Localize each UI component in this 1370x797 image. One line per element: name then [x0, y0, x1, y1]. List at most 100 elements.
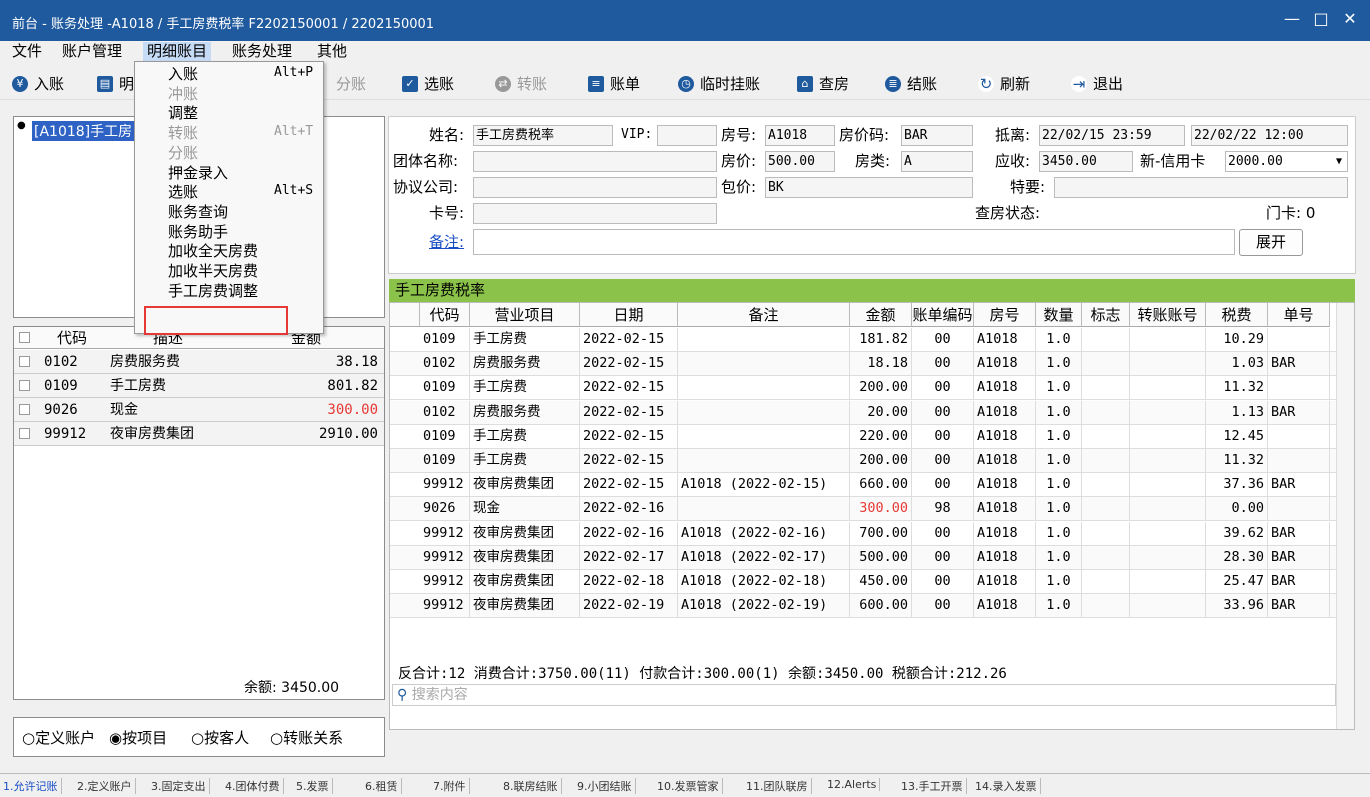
table-row[interactable]: 0102 房费服务费 2022-02-15 20.00 00 A1018 1.0 1.13 BA…	[390, 400, 1336, 425]
post-button[interactable]: ¥ 入账	[12, 73, 64, 94]
menu-item-1[interactable]: 冲账	[168, 85, 198, 103]
status-tab-1[interactable]: 1.允许记账	[0, 778, 62, 794]
row-checkbox[interactable]	[19, 380, 30, 391]
table-row[interactable]: 0109 手工房费 2022-02-15 200.00 00 A1018 1.0 11.32	[390, 376, 1336, 401]
group-field[interactable]	[473, 151, 717, 172]
account-row[interactable]: 9026 现金 300.00	[14, 398, 384, 422]
status-tab-14[interactable]: 14.录入发票	[972, 778, 1041, 794]
status-tab-10[interactable]: 10.发票管家	[654, 778, 723, 794]
status-tab-6[interactable]: 6.租赁	[362, 778, 402, 794]
arrive-field[interactable]: 22/02/15 23:59	[1039, 125, 1185, 146]
radio-transfer-relation[interactable]: ○转账关系	[270, 727, 343, 748]
header-room[interactable]: 房号	[974, 303, 1036, 327]
menu-item-0[interactable]: 入账	[168, 65, 198, 83]
bill-button[interactable]: ≡ 账单	[588, 73, 640, 94]
maximize-button[interactable]: □	[1311, 9, 1331, 29]
vertical-scrollbar[interactable]	[1336, 303, 1354, 729]
table-row[interactable]: 99912 夜审房费集团 2022-02-16 A1018 (2022-02-16) 7…	[390, 521, 1336, 546]
table-row[interactable]: 0109 手工房费 2022-02-15 181.82 00 A1018 1.0 10.29	[390, 328, 1336, 352]
select-button[interactable]: ✓ 选账	[402, 73, 454, 94]
price-field[interactable]: 500.00	[765, 151, 835, 172]
table-row[interactable]: 0109 手工房费 2022-02-15 220.00 00 A1018 1.0 12.45	[390, 424, 1336, 449]
status-tab-5[interactable]: 5.发票	[293, 778, 333, 794]
temp-hold-button[interactable]: ◷ 临时挂账	[678, 73, 760, 94]
header-checkbox[interactable]	[14, 327, 36, 349]
menu-file[interactable]: 文件	[8, 42, 46, 61]
table-row[interactable]: 99912 夜审房费集团 2022-02-17 A1018 (2022-02-17) 5…	[390, 545, 1336, 570]
header-date[interactable]: 日期	[580, 303, 678, 327]
menu-other[interactable]: 其他	[313, 42, 351, 61]
radio-define-account[interactable]: ○定义账户	[22, 727, 95, 748]
detail-button[interactable]: ▤ 明	[97, 73, 134, 94]
header-qty[interactable]: 数量	[1036, 303, 1082, 327]
status-tab-3[interactable]: 3.固定支出	[148, 778, 210, 794]
row-checkbox[interactable]	[19, 404, 30, 415]
checkout-button[interactable]: ≣ 结账	[885, 73, 937, 94]
header-transfer-account[interactable]: 转账账号	[1130, 303, 1206, 327]
refresh-button[interactable]: ↻ 刷新	[978, 73, 1030, 94]
header-item[interactable]: 营业项目	[470, 303, 580, 327]
table-row[interactable]: 0109 手工房费 2022-02-15 200.00 00 A1018 1.0 11.32	[390, 449, 1336, 473]
minimize-button[interactable]: —	[1282, 9, 1302, 29]
status-tab-7[interactable]: 7.附件	[430, 778, 470, 794]
menu-detail-items[interactable]: 明细账目	[143, 42, 212, 61]
account-row[interactable]: 99912 夜审房费集团 2910.00	[14, 422, 384, 446]
menu-item-3[interactable]: 转账	[168, 124, 198, 142]
table-row[interactable]: 0102 房费服务费 2022-02-15 18.18 00 A1018 1.0 1.03 BA…	[390, 352, 1336, 377]
header-bill-code[interactable]: 账单编码	[912, 303, 974, 327]
expand-button[interactable]: 展开	[1239, 229, 1303, 256]
account-row[interactable]: 0109 手工房费 801.82	[14, 374, 384, 398]
package-field[interactable]: BK	[765, 177, 973, 198]
close-button[interactable]: ✕	[1340, 9, 1360, 29]
remark-link[interactable]: 备注:	[429, 232, 464, 252]
vip-field[interactable]	[657, 125, 717, 146]
menu-item-5[interactable]: 押金录入	[168, 164, 228, 182]
depart-field[interactable]: 22/02/22 12:00	[1191, 125, 1348, 146]
tree-node-room[interactable]: [A1018]手工房	[32, 121, 135, 141]
status-tab-13[interactable]: 13.手工开票	[898, 778, 967, 794]
search-input[interactable]: ⚲ 搜索内容	[392, 684, 1336, 706]
menu-account-management[interactable]: 账户管理	[58, 42, 126, 61]
header-flag[interactable]: 标志	[1082, 303, 1130, 327]
header-amount[interactable]: 金额	[850, 303, 912, 327]
radio-by-item[interactable]: ◉按项目	[109, 727, 167, 748]
table-row[interactable]: 99912 夜审房费集团 2022-02-15 A1018 (2022-02-15) 6…	[390, 473, 1336, 498]
room-type-field[interactable]: A	[901, 151, 973, 172]
select-all-checkbox[interactable]	[19, 332, 30, 343]
rate-code-field[interactable]: BAR	[901, 125, 973, 146]
menu-item-9[interactable]: 加收全天房费	[168, 242, 258, 260]
menu-item-11[interactable]: 手工房费调整	[168, 282, 258, 300]
menu-item-7[interactable]: 账务查询	[168, 203, 228, 221]
transfer-button[interactable]: ⇄ 转账	[495, 73, 547, 94]
row-checkbox[interactable]	[19, 428, 30, 439]
menu-billing[interactable]: 账务处理	[228, 42, 296, 61]
remark-field[interactable]	[473, 229, 1235, 255]
menu-item-10[interactable]: 加收半天房费	[168, 262, 258, 280]
status-tab-11[interactable]: 11.团队联房	[743, 778, 812, 794]
row-checkbox[interactable]	[19, 356, 30, 367]
header-tax[interactable]: 税费	[1206, 303, 1268, 327]
special-field[interactable]	[1054, 177, 1348, 198]
status-tab-12[interactable]: 12.Alerts	[824, 778, 881, 791]
credit-dropdown[interactable]: 2000.00 ▼	[1225, 151, 1348, 172]
menu-item-4[interactable]: 分账	[168, 144, 198, 162]
room-field[interactable]: A1018	[765, 125, 835, 146]
menu-item-8[interactable]: 账务助手	[168, 223, 228, 241]
menu-item-6[interactable]: 选账	[168, 183, 198, 201]
status-tab-2[interactable]: 2.定义账户	[74, 778, 136, 794]
name-field[interactable]: 手工房费税率	[473, 125, 613, 146]
header-bill-no[interactable]: 单号	[1268, 303, 1330, 327]
split-button[interactable]: 分账	[336, 73, 366, 94]
company-field[interactable]	[473, 177, 717, 198]
card-field[interactable]	[473, 203, 717, 224]
status-tab-4[interactable]: 4.团体付费	[222, 778, 284, 794]
status-tab-9[interactable]: 9.小团结账	[574, 778, 636, 794]
header-remark[interactable]: 备注	[678, 303, 850, 327]
table-row[interactable]: 99912 夜审房费集团 2022-02-19 A1018 (2022-02-19) 6…	[390, 594, 1336, 619]
status-tab-8[interactable]: 8.联房结账	[500, 778, 562, 794]
account-row[interactable]: 0102 房费服务费 38.18	[14, 350, 384, 374]
exit-button[interactable]: ⇥ 退出	[1071, 73, 1123, 94]
receivable-field[interactable]: 3450.00	[1039, 151, 1133, 172]
radio-by-guest[interactable]: ○按客人	[191, 727, 249, 748]
header-code[interactable]: 代码	[420, 303, 470, 327]
